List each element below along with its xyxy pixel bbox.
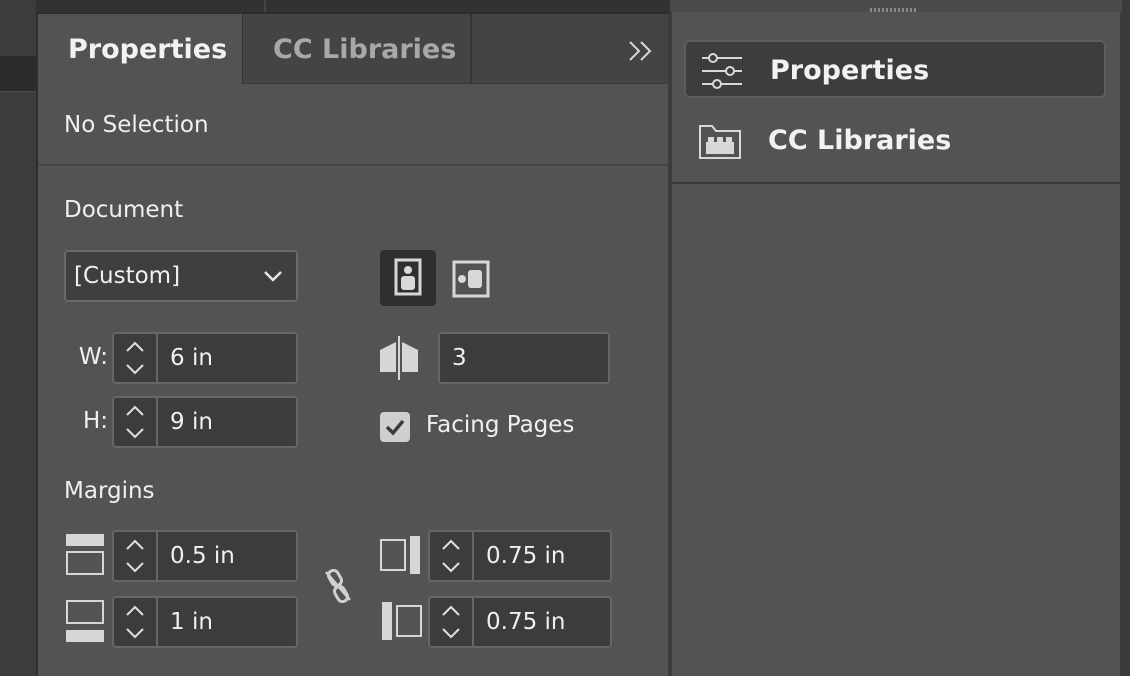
margin-top-value[interactable]: 0.5 in xyxy=(170,532,235,580)
margin-bottom-icon xyxy=(66,600,104,642)
ruler-corner xyxy=(0,56,36,92)
portrait-page-icon xyxy=(394,258,422,296)
width-value[interactable]: 6 in xyxy=(170,334,213,382)
document-heading: Document xyxy=(64,197,184,223)
margins-heading: Margins xyxy=(64,478,155,504)
chevron-down-icon[interactable] xyxy=(124,626,146,640)
stepper-arrows[interactable] xyxy=(430,598,474,646)
panel-dock: Properties CC Libraries xyxy=(670,12,1122,676)
margin-outside-icon xyxy=(382,602,422,640)
stepper-arrows[interactable] xyxy=(114,334,158,382)
margin-top-icon xyxy=(66,534,104,575)
stepper-arrows[interactable] xyxy=(430,532,474,580)
dock-item-properties[interactable]: Properties xyxy=(684,40,1106,98)
chevron-down-icon[interactable] xyxy=(440,560,462,574)
dock-item-label: Properties xyxy=(770,55,930,86)
selection-status: No Selection xyxy=(64,112,209,138)
unlink-chain-icon[interactable] xyxy=(320,566,356,606)
stepper-arrows[interactable] xyxy=(114,532,158,580)
portrait-orientation-button[interactable] xyxy=(380,250,436,306)
dock-item-label: CC Libraries xyxy=(768,125,952,156)
double-chevron-right-icon[interactable] xyxy=(626,36,656,66)
chevron-up-icon[interactable] xyxy=(440,538,462,552)
pages-icon xyxy=(380,336,418,380)
divider xyxy=(264,0,266,12)
dock-header xyxy=(670,0,1130,16)
section-divider xyxy=(38,164,668,166)
document-preset-value: [Custom] xyxy=(74,263,181,289)
margin-inside-value[interactable]: 0.75 in xyxy=(486,532,566,580)
margin-bottom-stepper[interactable]: 1 in xyxy=(112,596,298,648)
margin-top-stepper[interactable]: 0.5 in xyxy=(112,530,298,582)
chevron-down-icon xyxy=(264,271,282,282)
chevron-down-icon[interactable] xyxy=(124,426,146,440)
facing-pages-label[interactable]: Facing Pages xyxy=(426,412,574,438)
panel-tab-bar: Properties CC Libraries xyxy=(38,14,668,85)
dock-divider xyxy=(672,182,1120,184)
tab-cc-libraries[interactable]: CC Libraries xyxy=(242,14,472,84)
stepper-arrows[interactable] xyxy=(114,598,158,646)
margin-bottom-value[interactable]: 1 in xyxy=(170,598,213,646)
dock-item-cc-libraries[interactable]: CC Libraries xyxy=(684,112,1106,170)
application-bar-edge xyxy=(36,0,670,12)
facing-pages-checkbox[interactable] xyxy=(380,412,410,442)
canvas-edge xyxy=(0,0,36,676)
width-label: W: xyxy=(78,344,108,370)
chevron-up-icon[interactable] xyxy=(124,538,146,552)
chevron-down-icon[interactable] xyxy=(124,560,146,574)
window-edge xyxy=(1122,0,1130,676)
height-stepper[interactable]: 9 in xyxy=(112,396,298,448)
library-folder-icon xyxy=(699,125,741,159)
landscape-orientation-button[interactable] xyxy=(444,250,500,306)
sliders-icon xyxy=(702,53,742,89)
tab-properties[interactable]: Properties xyxy=(38,14,242,85)
chevron-up-icon[interactable] xyxy=(124,604,146,618)
height-label: H: xyxy=(82,408,108,434)
document-preset-dropdown[interactable]: [Custom] xyxy=(64,250,298,302)
properties-panel: Properties CC Libraries No Selection Doc… xyxy=(36,12,670,676)
pages-field[interactable]: 3 xyxy=(438,332,610,384)
chevron-up-icon[interactable] xyxy=(440,604,462,618)
margin-outside-value[interactable]: 0.75 in xyxy=(486,598,566,646)
chevron-down-icon[interactable] xyxy=(124,362,146,376)
stepper-arrows[interactable] xyxy=(114,398,158,446)
height-value[interactable]: 9 in xyxy=(170,398,213,446)
margin-inside-icon xyxy=(380,536,420,574)
landscape-page-icon xyxy=(452,260,490,298)
chevron-up-icon[interactable] xyxy=(124,404,146,418)
margin-outside-stepper[interactable]: 0.75 in xyxy=(428,596,612,648)
chevron-up-icon[interactable] xyxy=(124,340,146,354)
checkmark-icon xyxy=(385,419,405,436)
chevron-down-icon[interactable] xyxy=(440,626,462,640)
margin-inside-stepper[interactable]: 0.75 in xyxy=(428,530,612,582)
width-stepper[interactable]: 6 in xyxy=(112,332,298,384)
